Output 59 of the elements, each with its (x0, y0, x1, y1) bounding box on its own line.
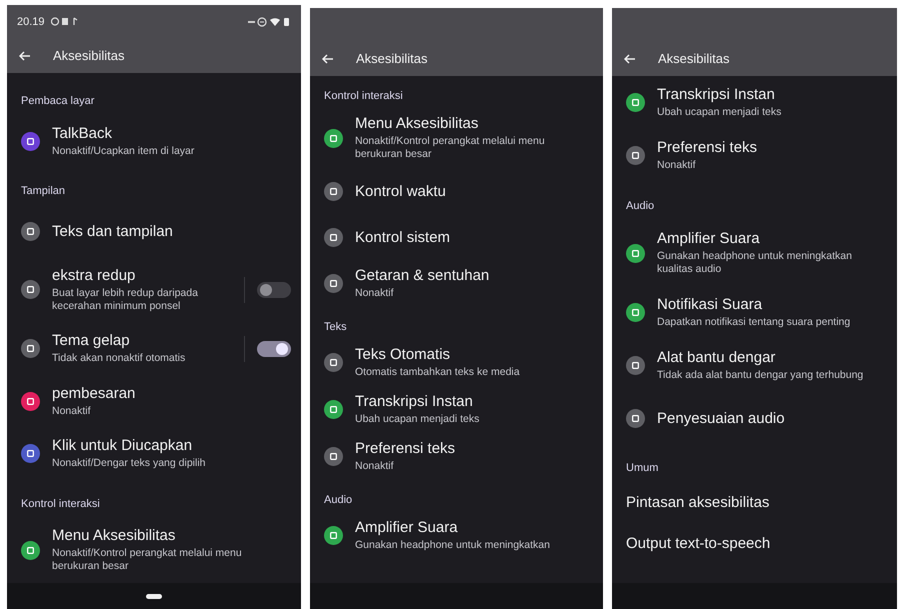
toggle-switch[interactable] (257, 340, 291, 357)
setting-title[interactable]: TalkBack (52, 124, 287, 142)
setting-title[interactable]: Tema gelap (52, 332, 232, 350)
setting-summary: Tidak ada alat bantu dengar yang terhubung (657, 369, 864, 382)
setting-item[interactable]: Output text-to-speech (626, 523, 883, 564)
setting-summary: Ubah ucapan menjadi teks (355, 413, 480, 426)
section-header: Audio (324, 493, 354, 508)
setting-title[interactable]: Kontrol waktu (355, 182, 589, 200)
section-header: Umum (626, 461, 660, 476)
section-header: Teks (324, 320, 348, 335)
setting-title[interactable]: Amplifier Suara (355, 519, 589, 536)
gesture-handle[interactable] (146, 594, 162, 598)
setting-summary: Ubah ucapan menjadi teks (657, 106, 782, 119)
setting-summary: Nonaktif/Kontrol perangkat melalui menu berukuran besar (52, 547, 243, 574)
status-time: 20.19 (17, 16, 45, 28)
setting-summary: Buat layar lebih redup daripada kecerahan minimum ponsel (52, 287, 199, 313)
page-title: Aksesibilitas (658, 51, 730, 66)
toggle-switch[interactable] (257, 282, 291, 298)
setting-title[interactable]: Teks dan tampilan (52, 222, 287, 240)
section-header: Tampilan (21, 184, 66, 200)
setting-summary: Nonaktif/Ucapkan item di layar (52, 144, 196, 158)
setting-summary: Nonaktif (657, 159, 697, 172)
setting-summary: Dapatkan notifikasi tentang suara penting (657, 316, 852, 329)
setting-title[interactable]: Kontrol sistem (355, 228, 589, 246)
setting-summary: Nonaktif/Kontrol perangkat melalui menu berukuran besar (355, 135, 546, 161)
setting-title[interactable]: Preferensi teks (355, 440, 589, 457)
back-button[interactable] (19, 50, 31, 60)
setting-title[interactable]: ekstra redup (52, 267, 232, 284)
back-button[interactable] (322, 54, 334, 64)
setting-title[interactable]: Menu Aksesibilitas (355, 115, 589, 132)
setting-summary: Gunakan headphone untuk meningkatkan kualitas audio (657, 250, 853, 276)
setting-title[interactable]: Notifikasi Suara (657, 296, 883, 313)
setting-summary: Tidak akan nonaktif otomatis (52, 352, 186, 366)
setting-title[interactable]: Menu Aksesibilitas (52, 527, 287, 544)
section-header: Kontrol interaksi (324, 89, 404, 104)
setting-title[interactable]: Transkripsi Instan (657, 86, 883, 103)
setting-summary: Nonaktif (355, 287, 395, 300)
setting-summary: Nonaktif (52, 404, 92, 418)
section-header: Pembaca layar (21, 94, 96, 109)
setting-summary: Nonaktif/Dengar teks yang dipilih (52, 457, 207, 470)
setting-item[interactable]: Pintasan aksesibilitas (626, 482, 883, 523)
setting-title[interactable]: Penyesuaian audio (657, 410, 883, 426)
setting-summary: Otomatis tambahkan teks ke media (355, 366, 521, 379)
setting-title[interactable]: pembesaran (52, 384, 287, 402)
system-status-icons (247, 16, 291, 26)
setting-summary: Gunakan headphone untuk meningkatkan (355, 539, 551, 552)
setting-title[interactable]: Transkripsi Instan (355, 393, 589, 410)
page-title: Aksesibilitas (53, 48, 125, 63)
section-header: Kontrol interaksi (21, 496, 101, 512)
setting-title[interactable]: Alat bantu dengar (657, 349, 883, 366)
setting-title[interactable]: Teks Otomatis (355, 346, 589, 363)
setting-title[interactable]: Getaran & sentuhan (355, 267, 589, 284)
setting-title[interactable]: Preferensi teks (657, 139, 883, 156)
setting-title[interactable]: Klik untuk Diucapkan (52, 437, 287, 454)
page-title: Aksesibilitas (356, 51, 428, 66)
back-button[interactable] (624, 54, 636, 64)
section-header: Audio (626, 199, 656, 214)
setting-title[interactable]: Amplifier Suara (657, 230, 883, 247)
setting-summary: Nonaktif (355, 460, 395, 473)
